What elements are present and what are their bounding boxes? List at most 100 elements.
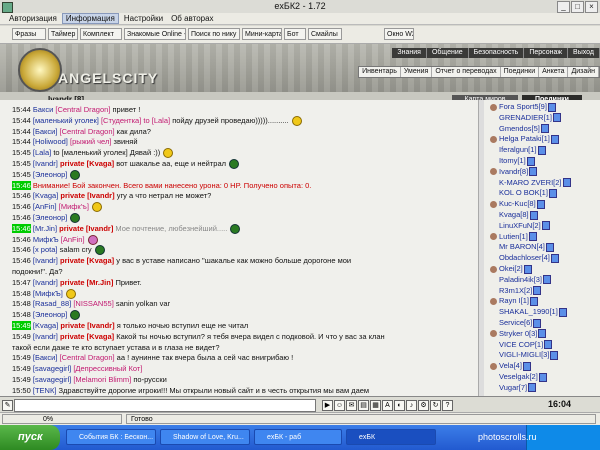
chat-input[interactable] — [14, 399, 316, 412]
info-icon[interactable] — [550, 253, 559, 263]
chat-nick[interactable]: [Ivandr] — [33, 278, 58, 287]
chat-recipient[interactable]: [NISSAN55] — [73, 299, 113, 308]
menu-info[interactable]: Информация — [61, 13, 119, 24]
bot-button[interactable]: Бот — [284, 28, 306, 40]
refresh-icon[interactable]: ↻ — [430, 400, 441, 411]
menu-settings[interactable]: Настройки — [121, 13, 166, 24]
sound-icon[interactable]: ♪ — [406, 400, 417, 411]
menu-auth[interactable]: Авторизация — [6, 13, 60, 24]
nav-skills[interactable]: Умения — [401, 67, 433, 77]
chat-nick[interactable]: [маленький уголек] — [33, 116, 99, 125]
log-icon[interactable]: ▤ — [358, 400, 369, 411]
chat-nick[interactable]: [Mr.Jin] — [33, 224, 57, 233]
chat-nick[interactable]: [Kvaga] — [33, 321, 58, 330]
chat-nick[interactable]: [Элеонор] — [33, 170, 68, 179]
nav-design[interactable]: Дизайн — [568, 67, 599, 77]
info-icon[interactable] — [529, 167, 538, 177]
nav-transfers[interactable]: Отчет о переводах — [432, 67, 501, 77]
chat-recipient[interactable]: [Melamori Blimm] — [73, 375, 131, 384]
smile-icon[interactable]: ☺ — [334, 400, 345, 411]
chat-nick[interactable]: [Бакси] — [33, 353, 58, 362]
color-icon[interactable]: ◐ — [394, 400, 405, 411]
info-icon[interactable] — [547, 102, 556, 112]
chat-recipient[interactable]: [Central Dragon] — [60, 353, 115, 362]
info-icon[interactable] — [544, 340, 553, 350]
info-icon[interactable] — [533, 286, 542, 296]
chat-recipient[interactable]: [рыжий чел] — [70, 137, 111, 146]
nav-fights[interactable]: Поединки — [501, 67, 540, 77]
nav-profile[interactable]: Анкета — [539, 67, 569, 77]
private-target[interactable]: private [Ivandr] — [60, 321, 114, 330]
menu-about[interactable]: Об авторах — [168, 13, 216, 24]
private-target[interactable]: private [Ivandr] — [59, 224, 113, 233]
info-icon[interactable] — [548, 188, 557, 198]
private-target[interactable]: private [Kvaga] — [60, 256, 114, 265]
private-target[interactable]: private [Ivandr] — [60, 191, 114, 200]
maximize-button[interactable]: □ — [571, 1, 584, 13]
help-icon[interactable]: ? — [442, 400, 453, 411]
private-target[interactable]: private [Kvaga] — [60, 159, 114, 168]
chat-recipient[interactable]: [Студентка] to [Lala] — [101, 116, 170, 125]
chat-recipient[interactable]: [Central Dragon] — [60, 127, 115, 136]
chat-nick[interactable]: [AnFin] — [33, 202, 57, 211]
info-icon[interactable] — [542, 275, 551, 285]
timer-button[interactable]: Таймер — [48, 28, 78, 40]
info-icon[interactable] — [538, 372, 547, 382]
nav-communication[interactable]: Общение — [427, 48, 469, 58]
private-icon[interactable]: ✉ — [346, 400, 357, 411]
info-icon[interactable] — [528, 232, 537, 242]
info-icon[interactable] — [528, 383, 537, 393]
chat-nick[interactable]: [Kvaga] — [33, 191, 58, 200]
send-icon[interactable]: ▶ — [322, 400, 333, 411]
info-icon[interactable] — [530, 296, 539, 306]
translit-icon[interactable]: A — [382, 400, 393, 411]
chat-recipient[interactable]: [Central Dragon] — [55, 105, 110, 114]
info-icon[interactable] — [523, 264, 532, 274]
minimap-button[interactable]: Мини-карта — [242, 28, 282, 40]
chat-nick[interactable]: [Ivandr] — [33, 256, 58, 265]
info-icon[interactable] — [537, 145, 546, 155]
info-icon[interactable] — [550, 350, 559, 360]
minimize-button[interactable]: _ — [557, 1, 570, 13]
nav-exit[interactable]: Выход — [568, 48, 600, 58]
chat-nick[interactable]: [МифкЪ] — [33, 289, 63, 298]
info-icon[interactable] — [522, 361, 531, 371]
task-shadow[interactable]: Shadow of Love, Kru... — [160, 429, 250, 445]
chat-recipient[interactable]: [Депрессивный Кот] — [73, 364, 142, 373]
chat-nick[interactable]: МифкЪ — [33, 235, 59, 244]
task-events[interactable]: События БК : Бескон... — [66, 429, 156, 445]
chat-nick[interactable]: [Ivandr] — [33, 159, 58, 168]
task-exbk-work[interactable]: exБК - раб — [254, 429, 342, 445]
chat-nick[interactable]: [Элеонор] — [33, 310, 68, 319]
start-button[interactable]: пуск — [0, 425, 60, 450]
private-target[interactable]: private [Mr.Jin] — [60, 278, 113, 287]
chat-nick[interactable]: [Ivandr] — [33, 332, 58, 341]
nav-security[interactable]: Безопасность — [469, 48, 525, 58]
friends-online-button[interactable]: Знакомые Online - — [124, 28, 186, 40]
chat-nick[interactable]: [x pota] — [33, 245, 58, 254]
chat-nick[interactable]: [savagegirl] — [33, 375, 71, 384]
chat-nick[interactable]: [Бакси] — [33, 127, 58, 136]
info-icon[interactable] — [529, 210, 538, 220]
chat-recipient[interactable]: [AnFin] — [61, 235, 85, 244]
info-icon[interactable] — [536, 199, 545, 209]
kit-button[interactable]: Комплект — [80, 28, 122, 40]
nav-knowledge[interactable]: Знания — [392, 48, 427, 58]
private-target[interactable]: private [Kvaga] — [60, 332, 114, 341]
phrases-button[interactable]: Фразы — [12, 28, 46, 40]
chat-nick[interactable]: [ТЕNК] — [33, 386, 57, 395]
smiles-button[interactable]: Смайлы — [308, 28, 342, 40]
search-nick-button[interactable]: Поиск по нику — [188, 28, 240, 40]
info-icon[interactable] — [558, 307, 567, 317]
window-w2-button[interactable]: Окно W2 — [384, 28, 414, 40]
chat-nick[interactable]: Бакси — [33, 105, 53, 114]
chat-nick[interactable]: [Элеонор] — [33, 213, 68, 222]
nav-inventory[interactable]: Инвентарь — [359, 67, 401, 77]
info-icon[interactable] — [562, 178, 571, 188]
chat-nick[interactable]: [Holiwood] — [33, 137, 68, 146]
chat-recipient[interactable]: [Мифк'ъ] — [59, 202, 89, 211]
info-icon[interactable] — [550, 134, 559, 144]
nav-character[interactable]: Персонаж — [524, 48, 569, 58]
info-icon[interactable] — [541, 221, 550, 231]
close-button[interactable]: × — [585, 1, 598, 13]
